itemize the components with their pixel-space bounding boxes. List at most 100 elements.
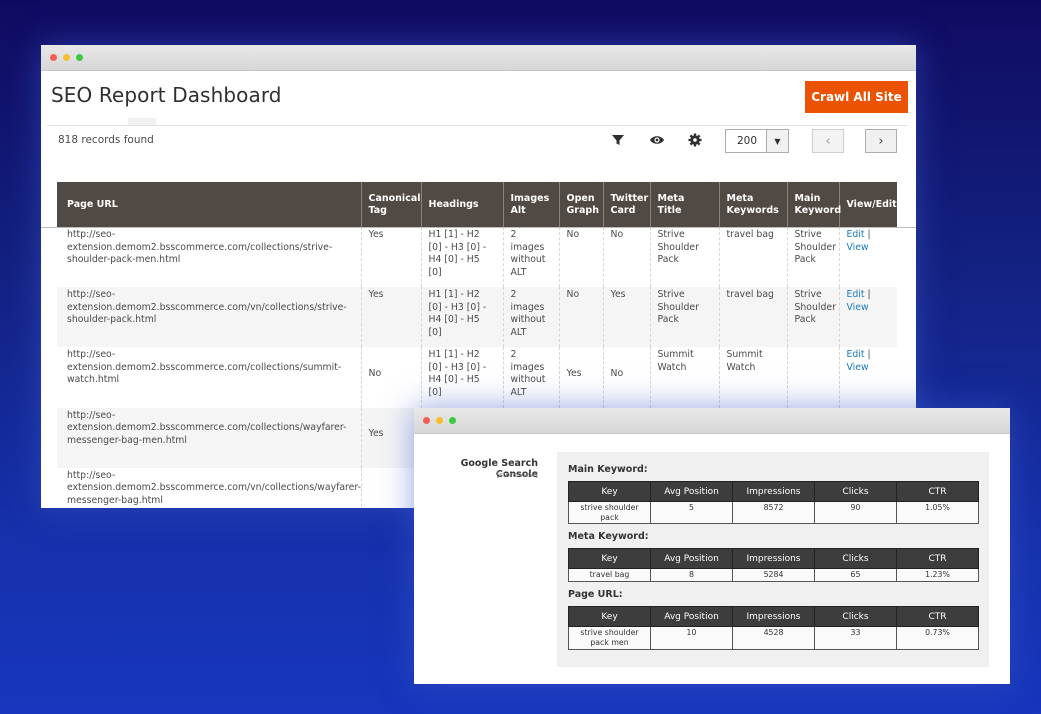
cell-page-url: http://seo-extension.demom2.bsscommerce.… (57, 407, 361, 468)
minimize-window-icon[interactable] (436, 417, 443, 424)
maximize-window-icon[interactable] (449, 417, 456, 424)
edit-link[interactable]: Edit (847, 229, 865, 240)
column-header-impressions: Impressions (732, 548, 815, 570)
cell-clicks: 65 (814, 568, 897, 583)
column-header-page-url[interactable]: Page URL (57, 182, 361, 227)
main-keyword-title: Main Keyword: (568, 464, 648, 475)
cell-meta-keywords: Summit Watch (718, 347, 787, 408)
cell-ctr: 1.05% (896, 500, 979, 525)
cell-main-keyword: Strive Shoulder Pack (786, 227, 839, 288)
cell-canonical-tag: Yes (360, 287, 421, 348)
cell-open-graph: No (558, 287, 603, 348)
edit-link[interactable]: Edit (847, 289, 865, 300)
column-header-meta-title[interactable]: Meta Title (649, 182, 719, 227)
sticky-header-shadow (41, 227, 916, 228)
cell-page-url: http://seo-extension.demom2.bsscommerce.… (57, 347, 361, 408)
column-header-meta-keywords[interactable]: Meta Keywords (718, 182, 787, 227)
cell-page-url: http://seo-extension.demom2.bsscommerce.… (57, 227, 361, 288)
view-link[interactable]: View (847, 362, 869, 373)
cell-meta-title: Strive Shoulder Pack (649, 227, 719, 288)
meta-keyword-table: Key Avg Position Impressions Clicks CTR … (568, 548, 979, 583)
gsc-scope-label: [store view] (496, 471, 538, 479)
cell-key: strive shoulder pack men (568, 626, 651, 650)
cell-images-alt: 2 images without ALT (502, 287, 559, 348)
cell-twitter-card: Yes (602, 287, 650, 348)
cell-headings: H1 [1] - H2 [0] - H3 [0] - H4 [0] - H5 [… (420, 227, 503, 288)
cell-headings: H1 [1] - H2 [0] - H3 [0] - H4 [0] - H5 [… (420, 287, 503, 348)
column-header-impressions: Impressions (732, 481, 815, 502)
gsc-panel: Main Keyword: Key Avg Position Impressio… (557, 452, 989, 667)
cell-canonical-tag: Yes (360, 227, 421, 288)
cell-main-keyword (786, 347, 839, 408)
column-header-headings[interactable]: Headings (420, 182, 503, 227)
cell-meta-keywords: travel bag (718, 227, 787, 288)
cell-clicks: 33 (814, 626, 897, 650)
cell-open-graph: Yes (558, 347, 603, 408)
column-header-key: Key (568, 481, 651, 502)
cell-twitter-card: No (602, 347, 650, 408)
cell-main-keyword: Strive Shoulder Pack (786, 287, 839, 348)
cell-canonical-tag: Yes (360, 407, 421, 468)
column-header-ctr: CTR (896, 548, 979, 570)
column-header-clicks: Clicks (814, 481, 897, 502)
cell-key: travel bag (568, 568, 651, 583)
column-header-avg-position: Avg Position (650, 548, 733, 570)
gsc-data-row: travel bag 8 5284 65 1.23% (568, 568, 979, 583)
cell-headings: H1 [1] - H2 [0] - H3 [0] - H4 [0] - H5 [… (420, 347, 503, 408)
edit-link[interactable]: Edit (847, 349, 865, 360)
cell-avg-position: 10 (650, 626, 733, 650)
cell-actions: Edit |View (838, 287, 897, 348)
column-header-main-keyword[interactable]: Main Keyword (786, 182, 841, 227)
window-titlebar (414, 408, 1010, 434)
cell-images-alt: 2 images without ALT (502, 227, 559, 288)
cell-key: strive shoulder pack (568, 500, 651, 525)
cell-canonical-tag: No (360, 347, 421, 408)
column-header-ctr: CTR (896, 481, 979, 502)
cell-ctr: 1.23% (896, 568, 979, 583)
cell-actions: Edit |View (838, 227, 897, 288)
table-row: http://seo-extension.demom2.bsscommerce.… (57, 227, 897, 288)
column-header-impressions: Impressions (732, 606, 815, 628)
view-link[interactable]: View (847, 302, 869, 313)
column-header-key: Key (568, 548, 651, 570)
column-header-clicks: Clicks (814, 548, 897, 570)
column-header-clicks: Clicks (814, 606, 897, 628)
cell-page-url: http://seo-extension.demom2.bsscommerce.… (57, 467, 361, 508)
gsc-data-row: strive shoulder pack men 10 4528 33 0.73… (568, 626, 979, 650)
cell-meta-title: Summit Watch (649, 347, 719, 408)
cell-meta-title: Strive Shoulder Pack (649, 287, 719, 348)
gsc-header-row: Key Avg Position Impressions Clicks CTR (568, 548, 979, 570)
cell-impressions: 4528 (732, 626, 815, 650)
column-header-images-alt[interactable]: Images Alt (502, 182, 559, 227)
view-link[interactable]: View (847, 242, 869, 253)
column-header-canonical-tag[interactable]: Canonical Tag (360, 182, 421, 227)
meta-keyword-title: Meta Keyword: (568, 531, 649, 543)
page-url-table: Key Avg Position Impressions Clicks CTR … (568, 606, 979, 650)
column-header-twitter-card[interactable]: Twitter Card (602, 182, 650, 227)
cell-ctr: 0.73% (896, 626, 979, 650)
table-row: http://seo-extension.demom2.bsscommerce.… (57, 347, 897, 408)
column-header-avg-position: Avg Position (650, 481, 733, 502)
page-url-title: Page URL: (568, 589, 623, 601)
cell-meta-keywords: travel bag (718, 287, 787, 348)
cell-images-alt: 2 images without ALT (502, 347, 559, 408)
google-search-console-window: Google Search Console [store view] Main … (414, 408, 1010, 684)
cell-actions: Edit |View (838, 347, 897, 408)
cell-clicks: 90 (814, 500, 897, 525)
close-window-icon[interactable] (423, 417, 430, 424)
gsc-header-row: Key Avg Position Impressions Clicks CTR (568, 481, 979, 502)
cell-impressions: 5284 (732, 568, 815, 583)
cell-avg-position: 5 (650, 500, 733, 525)
column-header-key: Key (568, 606, 651, 628)
column-header-ctr: CTR (896, 606, 979, 628)
column-header-view-edit: View/Edit (838, 182, 897, 227)
cell-impressions: 8572 (732, 500, 815, 525)
cell-canonical-tag (360, 467, 421, 508)
cell-page-url: http://seo-extension.demom2.bsscommerce.… (57, 287, 361, 348)
main-keyword-table: Key Avg Position Impressions Clicks CTR … (568, 481, 979, 525)
gsc-data-row: strive shoulder pack 5 8572 90 1.05% (568, 500, 979, 525)
column-header-open-graph[interactable]: Open Graph (558, 182, 603, 227)
cell-avg-position: 8 (650, 568, 733, 583)
cell-twitter-card: No (602, 227, 650, 288)
column-header-avg-position: Avg Position (650, 606, 733, 628)
